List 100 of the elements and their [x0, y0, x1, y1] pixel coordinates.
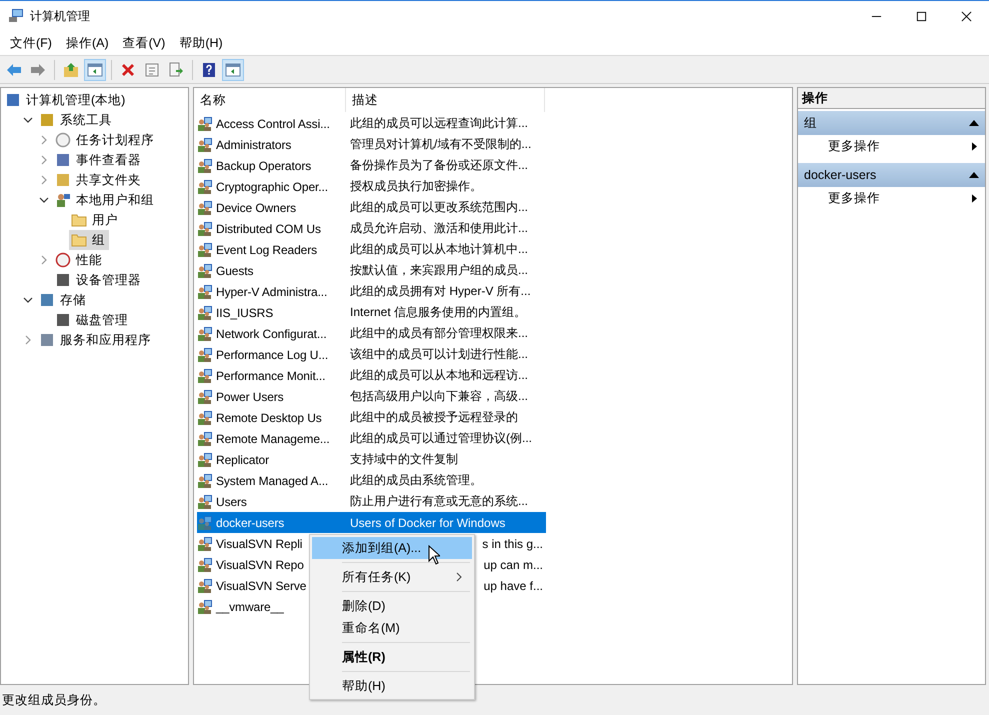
tree-item[interactable]: 共享文件夹	[53, 170, 145, 190]
group-icon	[197, 304, 213, 320]
action-section-header[interactable]: 组	[798, 111, 985, 135]
column-header[interactable]: 描述	[346, 88, 545, 112]
group-icon	[197, 136, 213, 152]
group-description: 防止用户进行有意或无意的系统...	[350, 493, 528, 510]
tree-item[interactable]: 事件查看器	[53, 150, 145, 170]
context-menu-item[interactable]: 删除(D)	[312, 595, 472, 617]
collapse-triangle-icon[interactable]	[969, 120, 979, 126]
tree-item[interactable]: 设备管理器	[53, 270, 145, 290]
group-name[interactable]: VisualSVN Serve	[216, 578, 306, 592]
group-description: 此组中的成员有部分管理权限来...	[350, 325, 528, 342]
group-icon	[197, 178, 213, 194]
tree-item[interactable]: 性能	[53, 250, 106, 270]
status-text: 更改组成员身份。	[2, 692, 106, 708]
group-name[interactable]: Remote Desktop Us	[216, 410, 322, 424]
tree-item[interactable]: 服务和应用程序	[37, 330, 155, 350]
group-name[interactable]: Event Log Readers	[216, 242, 318, 256]
group-icon	[197, 410, 213, 426]
group-name[interactable]: Network Configurat...	[216, 326, 327, 340]
group-description: 备份操作员为了备份或还原文件...	[350, 157, 528, 174]
group-icon	[197, 200, 213, 216]
folder-icon	[71, 232, 87, 248]
tree-item[interactable]: 系统工具	[37, 110, 116, 130]
group-description: 按默认值，来宾跟用户组的成员...	[350, 262, 528, 279]
window-title: 计算机管理	[30, 8, 90, 24]
toolbar-button[interactable]	[222, 58, 244, 80]
group-name[interactable]: Distributed COM Us	[216, 222, 321, 236]
tree-item[interactable]: 本地用户和组	[53, 190, 158, 210]
chevron-right-icon[interactable]	[39, 175, 49, 185]
chevron-down-icon[interactable]	[23, 295, 33, 305]
group-name[interactable]: Backup Operators	[216, 158, 312, 172]
group-description: s in this g...	[482, 536, 543, 550]
chevron-right-icon[interactable]	[39, 155, 49, 165]
properties-icon	[144, 62, 160, 78]
context-menu-item[interactable]: 添加到组(A)...	[312, 537, 472, 559]
group-icon	[197, 494, 213, 510]
group-icon	[197, 262, 213, 278]
chevron-down-icon[interactable]	[39, 195, 49, 205]
group-name[interactable]: VisualSVN Repli	[216, 536, 302, 550]
group-icon	[197, 284, 213, 300]
collapse-triangle-icon[interactable]	[969, 172, 979, 178]
toolbar-button[interactable]	[84, 58, 106, 80]
context-menu-item[interactable]: 帮助(H)	[312, 675, 472, 697]
group-icon	[197, 326, 213, 342]
group-icon	[197, 368, 213, 384]
group-description: 此组的成员拥有对 Hyper-V 所有...	[350, 283, 531, 300]
action-item[interactable]: 更多操作	[798, 187, 985, 209]
group-description: 此组的成员由系统管理。	[350, 472, 482, 489]
column-header[interactable]: 名称	[194, 88, 346, 112]
group-icon	[197, 346, 213, 362]
folder-icon	[71, 212, 87, 228]
group-name[interactable]: Hyper-V Administra...	[216, 284, 328, 298]
pane-icon	[87, 62, 103, 78]
chevron-right-icon[interactable]	[39, 135, 49, 145]
group-name[interactable]: Performance Log U...	[216, 348, 328, 362]
chevron-right-icon[interactable]	[23, 335, 33, 345]
group-description: 此组的成员可以通过管理协议(例...	[350, 430, 532, 447]
export-icon	[168, 62, 184, 78]
group-name[interactable]: System Managed A...	[216, 474, 328, 488]
action-item[interactable]: 更多操作	[798, 135, 985, 157]
menu-item[interactable]: 操作(A)	[58, 34, 116, 52]
group-description: 管理员对计算机/域有不受限制的...	[350, 136, 532, 153]
group-description: up can m...	[484, 558, 543, 572]
group-name[interactable]: Remote Manageme...	[216, 432, 330, 446]
chevron-down-icon[interactable]	[23, 115, 33, 125]
tree-item[interactable]: 磁盘管理	[53, 310, 132, 330]
group-name[interactable]: VisualSVN Repo	[216, 558, 304, 572]
group-name[interactable]: __vmware__	[216, 600, 284, 614]
group-description: 该组中的成员可以计划进行性能...	[350, 346, 528, 363]
menu-item[interactable]: 文件(F)	[3, 34, 59, 52]
mouse-cursor-icon	[428, 545, 440, 565]
chevron-right-icon[interactable]	[39, 255, 49, 265]
context-menu-item[interactable]: 属性(R)	[312, 646, 472, 668]
group-name[interactable]: Cryptographic Oper...	[216, 180, 328, 194]
group-name[interactable]: Users	[216, 494, 247, 508]
tree-item[interactable]: 组	[69, 230, 109, 250]
context-menu-item[interactable]: 重命名(M)	[312, 617, 472, 639]
tree-item[interactable]: 用户	[69, 210, 122, 230]
users-icon	[55, 192, 71, 208]
menu-item[interactable]: 帮助(H)	[172, 34, 230, 52]
action-section-header[interactable]: docker-users	[798, 163, 985, 187]
group-name[interactable]: Replicator	[216, 452, 270, 466]
group-name[interactable]: Power Users	[216, 390, 284, 404]
group-name[interactable]: Guests	[216, 264, 254, 278]
pane-icon	[225, 62, 241, 78]
tree-item[interactable]: 任务计划程序	[53, 130, 158, 150]
group-name[interactable]: Performance Monit...	[216, 368, 326, 382]
group-icon	[197, 452, 213, 468]
menu-item[interactable]: 查看(V)	[116, 34, 172, 52]
group-name[interactable]: Access Control Assi...	[216, 116, 330, 130]
triangle-right-icon	[972, 142, 977, 150]
group-name[interactable]: IIS_IUSRS	[216, 306, 274, 320]
group-name[interactable]: Administrators	[216, 138, 292, 152]
context-menu-item[interactable]: 所有任务(K)	[312, 566, 472, 588]
group-description: 支持域中的文件复制	[350, 451, 458, 468]
tree-item[interactable]: 存储	[37, 290, 90, 310]
group-name[interactable]: Device Owners	[216, 200, 296, 214]
tree-item[interactable]: 计算机管理(本地)	[3, 90, 130, 110]
group-icon	[197, 430, 213, 446]
